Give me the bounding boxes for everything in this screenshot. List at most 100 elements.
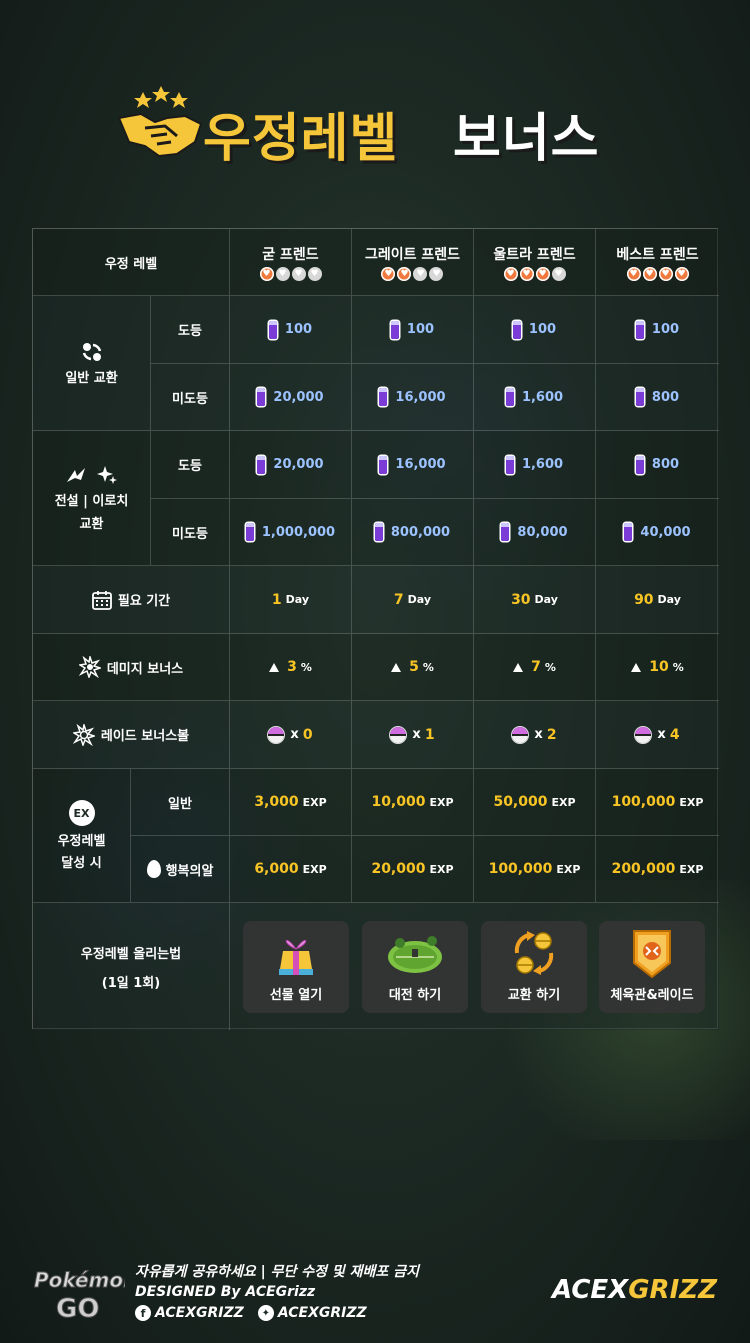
facebook-link[interactable]: f ACEXGRIZZ <box>135 1305 244 1321</box>
normal-trade-registered-cost: 100 <box>596 296 719 364</box>
cost-value: 100 <box>528 322 557 337</box>
legendary-shiny-icon <box>66 466 117 484</box>
damage-bonus-number: 7 <box>531 659 541 675</box>
heart-empty-icon: ♥ <box>429 266 444 281</box>
period-value: 90 <box>634 591 654 608</box>
exp-unit: EXP <box>429 795 454 809</box>
heart-filled-icon: ♥ <box>535 266 550 281</box>
method-gym-raid: 체육관&레이드 <box>599 921 705 1013</box>
header-friendship-level: 우정 레벨 <box>33 229 230 296</box>
heart-filled-icon: ♥ <box>259 266 274 281</box>
raid-bonus-ball-label: 레이드 보너스볼 <box>33 701 230 769</box>
exp-number: 200,000 <box>611 861 676 877</box>
header-friendship-level-label: 우정 레벨 <box>104 256 158 272</box>
damage-bonus-unit: % <box>544 660 556 674</box>
period-value: 1 <box>271 591 282 608</box>
cost-value: 20,000 <box>273 389 324 405</box>
exp-normal-value: 50,000 EXP <box>474 769 596 836</box>
heart-filled-icon: ♥ <box>626 266 641 281</box>
increase-arrow-icon <box>391 662 402 672</box>
cost-value: 1,600 <box>521 457 564 472</box>
cost-value: 80,000 <box>517 524 568 540</box>
exp-normal-value: 10,000 EXP <box>352 769 474 836</box>
heart-empty-icon: ♥ <box>413 266 428 281</box>
level-up-normal-label: 일반 <box>131 769 230 836</box>
footer-social: f ACEXGRIZZ ✦ ACEXGRIZZ <box>135 1305 367 1321</box>
special-trade-registered-cost: 800 <box>596 431 719 499</box>
damage-bonus-unit: % <box>300 660 312 674</box>
special-trade-registered-cost: 1,600 <box>474 431 596 499</box>
special-trade-registered-cost: 20,000 <box>230 431 352 499</box>
damage-bonus-label: 데미지 보너스 <box>33 634 230 701</box>
exp-number: 50,000 <box>493 794 548 810</box>
gift-icon <box>279 939 313 975</box>
exp-number: 20,000 <box>371 861 426 877</box>
exp-unit: EXP <box>551 795 576 809</box>
special-trade-label-line2: 교환 <box>79 517 104 532</box>
raid-ball-count: 1 <box>424 726 435 743</box>
level-up-exp-label-line1: 우정레벨 <box>57 834 106 849</box>
friendship-hearts: ♥ ♥ ♥ ♥ <box>626 266 689 281</box>
special-trade-unregistered-cost: 80,000 <box>474 499 596 566</box>
special-trade-unregistered-cost: 800,000 <box>352 499 474 566</box>
normal-trade-unregistered-cost: 16,000 <box>352 364 474 431</box>
heart-filled-icon: ♥ <box>397 266 412 281</box>
heart-filled-icon: ♥ <box>642 266 657 281</box>
special-trade-registered-cost: 16,000 <box>352 431 474 499</box>
header-level-ultra: 울트라 프렌드 ♥ ♥ ♥ ♥ <box>474 229 596 296</box>
stardust-candy-icon <box>379 455 388 474</box>
exp-unit: EXP <box>556 862 581 876</box>
period-unit: Day <box>657 593 681 606</box>
raid-bonus-ball-value: x1 <box>352 701 474 769</box>
acexgrizz-logo-b: GRIZZ <box>628 1275 717 1305</box>
header-level-stack: 그레이트 프렌드 ♥ ♥ ♥ ♥ <box>365 244 460 281</box>
how-to-raise-label-line2: (1일 1회) <box>101 975 161 991</box>
cost-value: 100 <box>284 322 313 337</box>
exp-normal-value: 100,000 EXP <box>596 769 719 836</box>
exp-lucky-egg-value: 6,000 EXP <box>230 836 352 903</box>
battle-arena-icon <box>388 936 442 973</box>
method-gym-raid-label: 체육관&레이드 <box>610 988 694 1003</box>
friendship-hearts: ♥ ♥ ♥ ♥ <box>381 266 444 281</box>
facebook-handle: ACEXGRIZZ <box>155 1305 244 1321</box>
exp-normal-value: 3,000 EXP <box>230 769 352 836</box>
trade-icon <box>82 342 101 361</box>
stardust-candy-icon <box>374 523 383 541</box>
exp-unit: EXP <box>679 795 704 809</box>
special-trade-unregistered-cost: 40,000 <box>596 499 719 566</box>
stardust-candy-icon <box>245 523 254 541</box>
stardust-candy-icon <box>268 320 277 339</box>
special-trade-unregistered-label: 미도등 <box>151 499 230 566</box>
multiplier-x: x <box>412 727 421 742</box>
heart-filled-icon: ♥ <box>674 266 689 281</box>
header-level-good: 굳 프렌드 ♥ ♥ ♥ ♥ <box>230 229 352 296</box>
ex-icon: EX <box>68 800 95 826</box>
multiplier-x: x <box>290 727 299 742</box>
raid-bonus-ball-value: x0 <box>230 701 352 769</box>
cost-value: 800,000 <box>390 524 451 540</box>
exp-number: 100,000 <box>488 861 553 877</box>
level-up-exp-label: EX 우정레벨 달성 시 <box>33 769 131 903</box>
heart-empty-icon: ♥ <box>275 266 290 281</box>
friendship-bonus-table: 우정 레벨 굳 프렌드 ♥ ♥ ♥ ♥ 그레이트 프렌드 ♥ ♥ ♥ ♥ 울트라 프렌드 ♥ ♥ ♥ ♥… <box>32 228 719 1030</box>
cost-value: 16,000 <box>395 457 446 472</box>
normal-trade-registered-cost: 100 <box>474 296 596 364</box>
title-sub: 보너스 <box>453 109 600 169</box>
premier-ball-icon <box>390 726 407 743</box>
level-up-lucky-egg-label: 행복의알 <box>131 836 230 903</box>
premier-ball-icon <box>512 726 529 743</box>
heart-empty-icon: ♥ <box>307 266 322 281</box>
exp-unit: EXP <box>302 795 327 809</box>
normal-trade-unregistered-label: 미도등 <box>151 364 230 431</box>
twitter-link[interactable]: ✦ ACEXGRIZZ <box>257 1305 367 1321</box>
damage-bonus-number: 3 <box>287 659 297 675</box>
normal-label-text: 일반 <box>168 796 192 812</box>
title-main: 우정레벨 <box>203 109 399 169</box>
raid-bonus-ball-value: x4 <box>596 701 719 769</box>
lucky-egg-icon <box>146 860 161 878</box>
method-gift-label: 선물 열기 <box>269 988 323 1003</box>
raid-icon <box>72 723 95 746</box>
friend-level-name: 굳 프렌드 <box>262 246 319 263</box>
special-trade-label: 전설 | 이로치 교환 <box>33 431 151 566</box>
exp-number: 3,000 <box>254 794 299 810</box>
